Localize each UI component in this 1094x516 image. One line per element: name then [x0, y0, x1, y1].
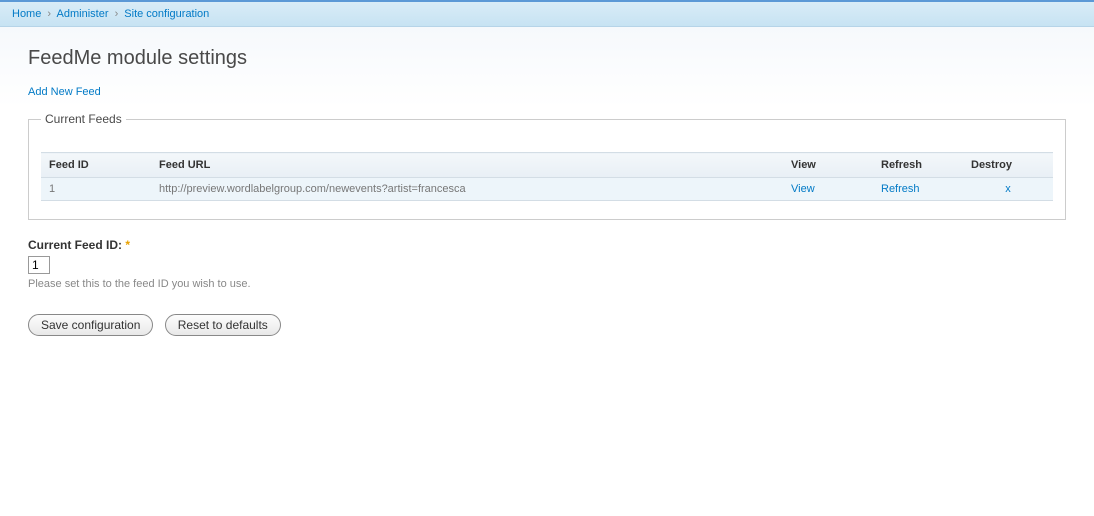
cell-destroy: x	[963, 178, 1053, 201]
refresh-link[interactable]: Refresh	[881, 183, 920, 195]
save-configuration-button[interactable]: Save configuration	[28, 314, 153, 336]
field-description: Please set this to the feed ID you wish …	[28, 278, 1066, 290]
cell-feed-id: 1	[41, 178, 151, 201]
feeds-table: Feed ID Feed URL View Refresh Destroy 1 …	[41, 152, 1053, 201]
breadcrumb-separator: ›	[115, 8, 119, 20]
destroy-link[interactable]: x	[1005, 183, 1011, 195]
form-actions: Save configuration Reset to defaults	[28, 314, 1066, 336]
table-row: 1 http://preview.wordlabelgroup.com/newe…	[41, 178, 1053, 201]
col-header-feed-id: Feed ID	[41, 153, 151, 178]
breadcrumb-link-site-configuration[interactable]: Site configuration	[124, 8, 209, 20]
col-header-feed-url: Feed URL	[151, 153, 783, 178]
breadcrumb-separator: ›	[47, 8, 51, 20]
label-text: Current Feed ID:	[28, 238, 122, 252]
add-new-feed-link[interactable]: Add New Feed	[28, 86, 101, 98]
current-feeds-fieldset: Current Feeds Feed ID Feed URL View Refr…	[28, 112, 1066, 220]
breadcrumb: Home › Administer › Site configuration	[0, 0, 1094, 27]
cell-refresh: Refresh	[873, 178, 963, 201]
cell-feed-url: http://preview.wordlabelgroup.com/neweve…	[151, 178, 783, 201]
col-header-destroy: Destroy	[963, 153, 1053, 178]
fieldset-legend: Current Feeds	[41, 112, 126, 126]
required-marker: *	[125, 238, 130, 252]
table-header-row: Feed ID Feed URL View Refresh Destroy	[41, 153, 1053, 178]
breadcrumb-link-administer[interactable]: Administer	[57, 8, 109, 20]
current-feed-id-label: Current Feed ID: *	[28, 238, 130, 252]
reset-to-defaults-button[interactable]: Reset to defaults	[165, 314, 281, 336]
breadcrumb-link-home[interactable]: Home	[12, 8, 41, 20]
current-feed-id-input[interactable]	[28, 256, 50, 274]
current-feed-id-field: Current Feed ID: * Please set this to th…	[28, 238, 1066, 290]
col-header-refresh: Refresh	[873, 153, 963, 178]
col-header-view: View	[783, 153, 873, 178]
cell-view: View	[783, 178, 873, 201]
page-content: FeedMe module settings Add New Feed Curr…	[0, 27, 1094, 356]
page-title: FeedMe module settings	[28, 47, 1066, 70]
view-link[interactable]: View	[791, 183, 815, 195]
